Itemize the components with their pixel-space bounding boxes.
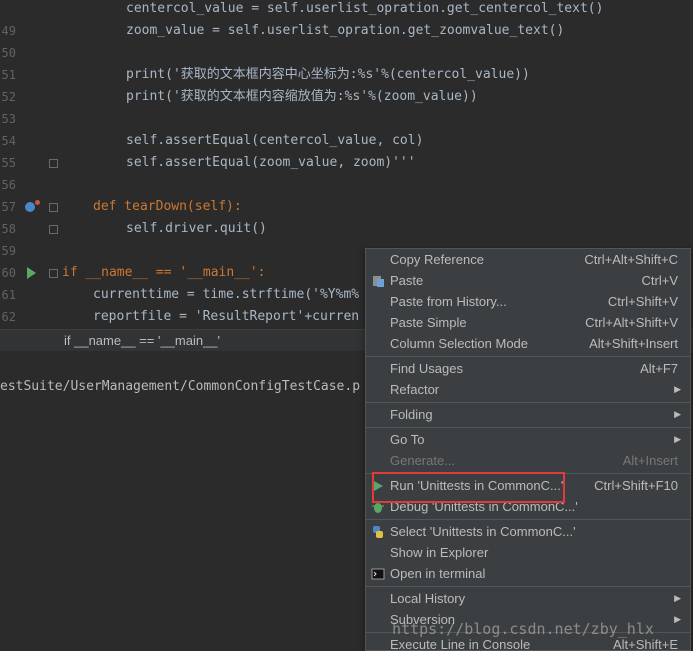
red-highlight-box [372,472,565,503]
menu-item-shortcut: Alt+Insert [622,453,678,468]
line-number: 62 [1,310,16,324]
line-number: 54 [1,134,16,148]
menu-item-generate: Generate... Alt+Insert [366,450,690,471]
menu-item-folding[interactable]: Folding ▶ [366,404,690,425]
menu-item-copy-reference[interactable]: Copy Reference Ctrl+Alt+Shift+C [366,249,690,270]
line-number: 56 [1,178,16,192]
menu-item-local-history[interactable]: Local History ▶ [366,588,690,609]
submenu-arrow-icon: ▶ [674,593,681,603]
menu-item-label: Paste Simple [390,315,467,330]
code-text: centercol_value = self.userlist_opration… [126,1,604,16]
code-line[interactable]: 51 print('获取的文本框内容中心坐标为:%s'%(centercol_v… [0,64,693,86]
fold-marker-icon[interactable] [49,269,58,278]
code-line[interactable]: 52 print('获取的文本框内容缩放值为:%s'%(zoom_value)) [0,86,693,108]
fold-marker-icon[interactable] [49,225,58,234]
line-number: 55 [1,156,16,170]
code-line[interactable]: 57 def tearDown(self): [0,196,693,218]
menu-item-find-usages[interactable]: Find Usages Alt+F7 [366,358,690,379]
code-line[interactable]: 53 [0,108,693,130]
terminal-icon [371,568,385,580]
menu-item-shortcut: Ctrl+V [641,273,678,288]
submenu-arrow-icon: ▶ [674,614,681,624]
menu-item-label: Paste from History... [390,294,507,309]
menu-separator [366,519,690,520]
code-line[interactable]: centercol_value = self.userlist_opration… [0,0,693,20]
code-line[interactable]: 54 self.assertEqual(centercol_value, col… [0,130,693,152]
line-number: 59 [1,244,16,258]
menu-item-label: Open in terminal [390,566,486,581]
menu-item-label: Folding [390,407,433,422]
menu-separator [366,402,690,403]
menu-item-label: Find Usages [390,361,463,376]
submenu-arrow-icon: ▶ [674,434,681,444]
line-number: 53 [1,112,16,126]
code-line[interactable]: 58 self.driver.quit() [0,218,693,240]
override-method-icon[interactable] [25,202,35,212]
menu-item-label: Paste [390,273,424,288]
breadcrumb-item[interactable]: if __name__ == '__main__' [64,330,220,352]
breakpoint-dot-icon [35,200,40,205]
menu-separator [366,586,690,587]
code-text: if __name__ == '__main__': [62,265,266,280]
menu-separator [366,356,690,357]
menu-item-shortcut: Alt+Shift+Insert [589,336,678,351]
fold-marker-icon[interactable] [49,159,58,168]
code-line[interactable]: 50 [0,42,693,64]
code-line[interactable]: 55 self.assertEqual(zoom_value, zoom)''' [0,152,693,174]
code-text: zoom_value = self.userlist_opration.get_… [126,23,565,38]
line-number: 50 [1,46,16,60]
python-icon [373,526,383,538]
line-number: 57 [1,200,16,214]
code-text: currenttime = time.strftime('%Y%m% [93,287,360,302]
menu-item-shortcut: Ctrl+Shift+F10 [594,478,678,493]
menu-item-go-to[interactable]: Go To ▶ [366,429,690,450]
menu-item-open-in-terminal[interactable]: Open in terminal [366,563,690,584]
context-menu: Copy Reference Ctrl+Alt+Shift+C Paste Ct… [365,248,691,651]
menu-item-paste-simple[interactable]: Paste Simple Ctrl+Alt+Shift+V [366,312,690,333]
menu-item-paste-from-history[interactable]: Paste from History... Ctrl+Shift+V [366,291,690,312]
code-text: print('获取的文本框内容中心坐标为:%s'%(centercol_valu… [126,67,530,82]
menu-item-show-in-explorer[interactable]: Show in Explorer [366,542,690,563]
menu-item-label: Generate... [390,453,456,468]
menu-item-select-unittests[interactable]: Select 'Unittests in CommonC...' [366,521,690,542]
code-text: def tearDown(self): [93,199,242,214]
submenu-arrow-icon: ▶ [674,384,681,394]
code-text: self.assertEqual(centercol_value, col) [126,133,424,148]
code-line[interactable]: 56 [0,174,693,196]
menu-item-shortcut: Ctrl+Shift+V [607,294,678,309]
menu-item-label: Copy Reference [390,252,484,267]
code-text: print('获取的文本框内容缩放值为:%s'%(zoom_value)) [126,89,478,104]
menu-item-label: Select 'Unittests in CommonC...' [390,524,576,539]
menu-item-label: Column Selection Mode [390,336,529,351]
watermark: https://blog.csdn.net/zby_hlx [392,620,654,638]
line-number: 51 [1,68,16,82]
menu-item-shortcut: Ctrl+Alt+Shift+V [585,315,678,330]
line-number: 52 [1,90,16,104]
run-gutter-icon[interactable] [27,267,36,279]
menu-item-paste[interactable]: Paste Ctrl+V [366,270,690,291]
line-number: 61 [1,288,16,302]
menu-item-label: Go To [390,432,425,447]
menu-separator [366,427,690,428]
menu-item-label: Local History [390,591,466,606]
terminal-path-text: estSuite/UserManagement/CommonConfigTest… [0,379,361,394]
menu-item-refactor[interactable]: Refactor ▶ [366,379,690,400]
menu-item-shortcut: Ctrl+Alt+Shift+C [584,252,678,267]
menu-item-label: Refactor [390,382,440,397]
code-line[interactable]: 49 zoom_value = self.userlist_opration.g… [0,20,693,42]
menu-item-column-selection-mode[interactable]: Column Selection Mode Alt+Shift+Insert [366,333,690,354]
line-number: 60 [1,266,16,280]
code-text: reportfile = 'ResultReport'+curren [93,309,360,324]
menu-item-label: Show in Explorer [390,545,489,560]
paste-icon [373,276,384,287]
line-number: 49 [1,24,16,38]
line-number: 58 [1,222,16,236]
menu-item-shortcut: Alt+F7 [640,361,678,376]
submenu-arrow-icon: ▶ [674,409,681,419]
code-text: self.assertEqual(zoom_value, zoom)''' [126,155,416,170]
code-text: self.driver.quit() [126,221,267,236]
fold-marker-icon[interactable] [49,203,58,212]
